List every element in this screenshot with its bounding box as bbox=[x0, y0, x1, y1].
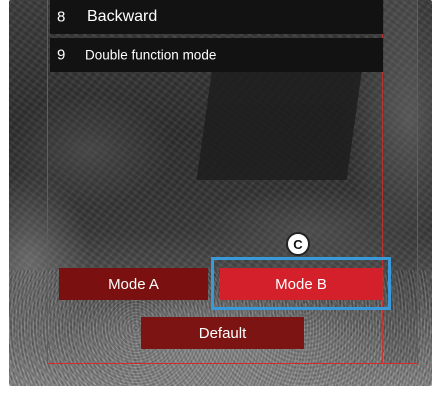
menu-item-double-function-mode[interactable]: 9 Double function mode bbox=[50, 38, 383, 72]
callout-marker: C bbox=[286, 232, 310, 256]
menu-item-backward[interactable]: 8 Backward bbox=[50, 0, 383, 34]
menu-item-number: 9 bbox=[57, 46, 66, 64]
highlight-box bbox=[211, 257, 391, 310]
menu-item-label: Backward bbox=[87, 8, 158, 25]
mode-a-button[interactable]: Mode A bbox=[59, 268, 208, 300]
default-button[interactable]: Default bbox=[141, 317, 304, 349]
menu-item-number: 8 bbox=[57, 8, 66, 26]
menu-item-label: Double function mode bbox=[85, 47, 217, 63]
